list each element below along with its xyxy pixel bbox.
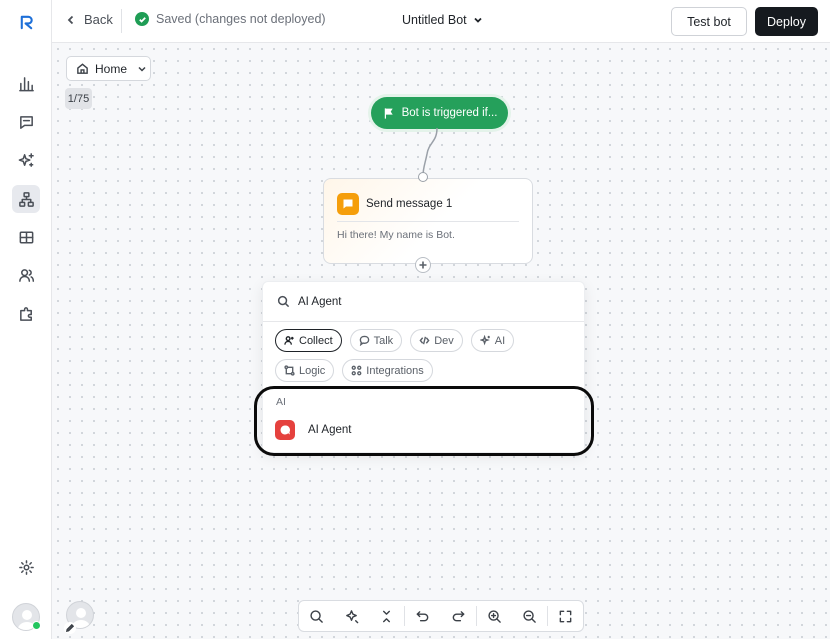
back-button[interactable]: Back (66, 12, 113, 27)
chip-label: Integrations (366, 364, 424, 377)
plus-icon (419, 261, 427, 269)
chip-label: AI (494, 334, 506, 347)
trigger-node[interactable]: Bot is triggered if... (371, 97, 508, 129)
redo-button[interactable] (440, 601, 475, 631)
top-bar: Back Saved (changes not deployed) Untitl… (52, 0, 830, 43)
chip-label: Collect (299, 334, 333, 347)
chip-dev[interactable]: Dev (410, 329, 463, 352)
redo-icon (452, 610, 464, 621)
tickets-icon[interactable] (12, 223, 40, 251)
node-picker: Collect Talk Dev AI Logic Integrations A… (262, 281, 585, 453)
bot-name: Untitled Bot (402, 13, 467, 27)
flag-icon (384, 107, 393, 119)
bot-name-dropdown[interactable]: Untitled Bot (402, 13, 483, 27)
chip-integrations[interactable]: Integrations (342, 359, 433, 382)
analytics-icon[interactable] (12, 69, 40, 97)
category-heading: AI (276, 396, 286, 408)
result-ai-agent[interactable]: AI Agent (275, 420, 351, 440)
node-counter: 1/75 (65, 88, 92, 109)
contacts-icon[interactable] (12, 261, 40, 289)
input-port[interactable] (418, 172, 428, 182)
collect-icon (284, 336, 294, 345)
talk-icon (359, 335, 369, 346)
save-status: Saved (changes not deployed) (135, 12, 326, 26)
ai-agent-icon (275, 420, 295, 440)
picker-search (263, 282, 584, 322)
check-circle-icon (135, 12, 149, 26)
undo-icon (417, 610, 429, 621)
result-label: AI Agent (308, 424, 352, 436)
chip-talk[interactable]: Talk (349, 329, 403, 352)
code-icon (419, 336, 430, 345)
home-dropdown[interactable]: Home (66, 56, 151, 81)
auto-arrange-button[interactable] (334, 601, 369, 631)
zoom-in-button[interactable] (477, 601, 512, 631)
online-status-dot (32, 621, 41, 630)
divider (121, 9, 122, 33)
search-icon (310, 609, 323, 623)
left-sidebar (0, 0, 52, 639)
send-message-node[interactable]: Send message 1 Hi there! My name is Bot. (323, 178, 533, 264)
undo-button[interactable] (405, 601, 440, 631)
settings-icon[interactable] (12, 553, 40, 581)
deploy-button[interactable]: Deploy (755, 7, 818, 36)
zoom-out-icon (523, 609, 536, 623)
collapse-icon (383, 610, 391, 622)
integrations-icon[interactable] (12, 299, 40, 327)
canvas-toolbar (298, 600, 584, 632)
chip-logic[interactable]: Logic (275, 359, 335, 382)
zoom-out-button[interactable] (512, 601, 547, 631)
message-icon (337, 193, 359, 215)
chevron-down-icon (473, 17, 482, 23)
logo-icon[interactable] (12, 8, 40, 36)
test-bot-button[interactable]: Test bot (671, 7, 747, 36)
home-label: Home (95, 61, 128, 76)
fullscreen-icon (559, 610, 572, 622)
logic-icon (284, 365, 295, 376)
pencil-icon (64, 622, 76, 634)
chevron-left-icon (67, 15, 74, 24)
chip-collect[interactable]: Collect (275, 329, 342, 352)
auto-arrange-icon (346, 609, 359, 623)
trigger-label: Bot is triggered if... (401, 107, 498, 119)
add-node-button[interactable] (415, 257, 431, 273)
node-title: Send message 1 (366, 198, 453, 210)
node-body: Hi there! My name is Bot. (337, 229, 455, 241)
search-input[interactable] (298, 295, 558, 308)
search-icon (277, 295, 290, 308)
integrations-icon (351, 365, 362, 376)
chevron-down-icon (138, 66, 146, 72)
flow-builder-icon[interactable] (12, 185, 40, 213)
divider (337, 221, 519, 222)
ai-sparkles-icon[interactable] (12, 146, 40, 174)
fullscreen-button[interactable] (548, 601, 583, 631)
home-icon (77, 63, 88, 74)
category-chips: Collect Talk Dev AI Logic Integrations (275, 329, 575, 382)
chip-label: Talk (373, 334, 394, 347)
search-button[interactable] (299, 601, 334, 631)
node-header: Send message 1 (337, 193, 452, 215)
chip-ai[interactable]: AI (470, 329, 515, 352)
back-label: Back (84, 12, 113, 27)
chip-label: Logic (299, 364, 326, 377)
zoom-in-icon (488, 609, 501, 623)
chat-icon[interactable] (12, 108, 40, 136)
chip-label: Dev (434, 334, 454, 347)
ai-sparkles-icon (479, 335, 490, 346)
save-status-text: Saved (changes not deployed) (156, 12, 326, 26)
collapse-button[interactable] (369, 601, 404, 631)
